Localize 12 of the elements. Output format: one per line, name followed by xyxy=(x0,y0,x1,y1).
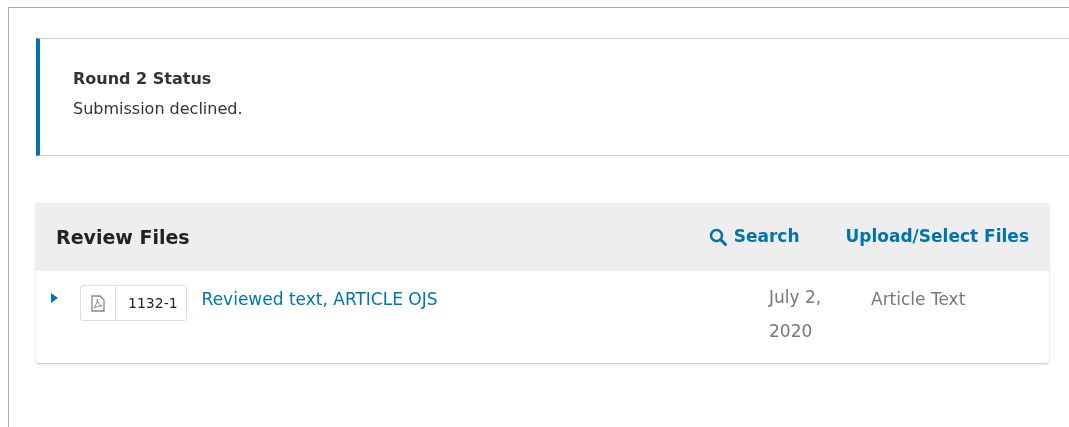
panel-title: Review Files xyxy=(56,224,191,250)
file-link[interactable]: Reviewed text, ARTICLE OJS xyxy=(201,287,769,313)
notice-message: Submission declined. xyxy=(73,98,244,120)
file-date: July 2, 2020 xyxy=(769,286,823,343)
expand-toggle[interactable] xyxy=(50,292,60,304)
search-link[interactable]: Search xyxy=(708,224,800,250)
file-type: Article Text xyxy=(871,288,967,311)
search-icon xyxy=(708,228,727,246)
pdf-file-icon xyxy=(91,294,105,312)
notice-title: Round 2 Status xyxy=(73,68,213,90)
upload-link[interactable]: Upload/Select Files xyxy=(845,224,1029,250)
file-id: 1132-1 xyxy=(127,293,179,313)
